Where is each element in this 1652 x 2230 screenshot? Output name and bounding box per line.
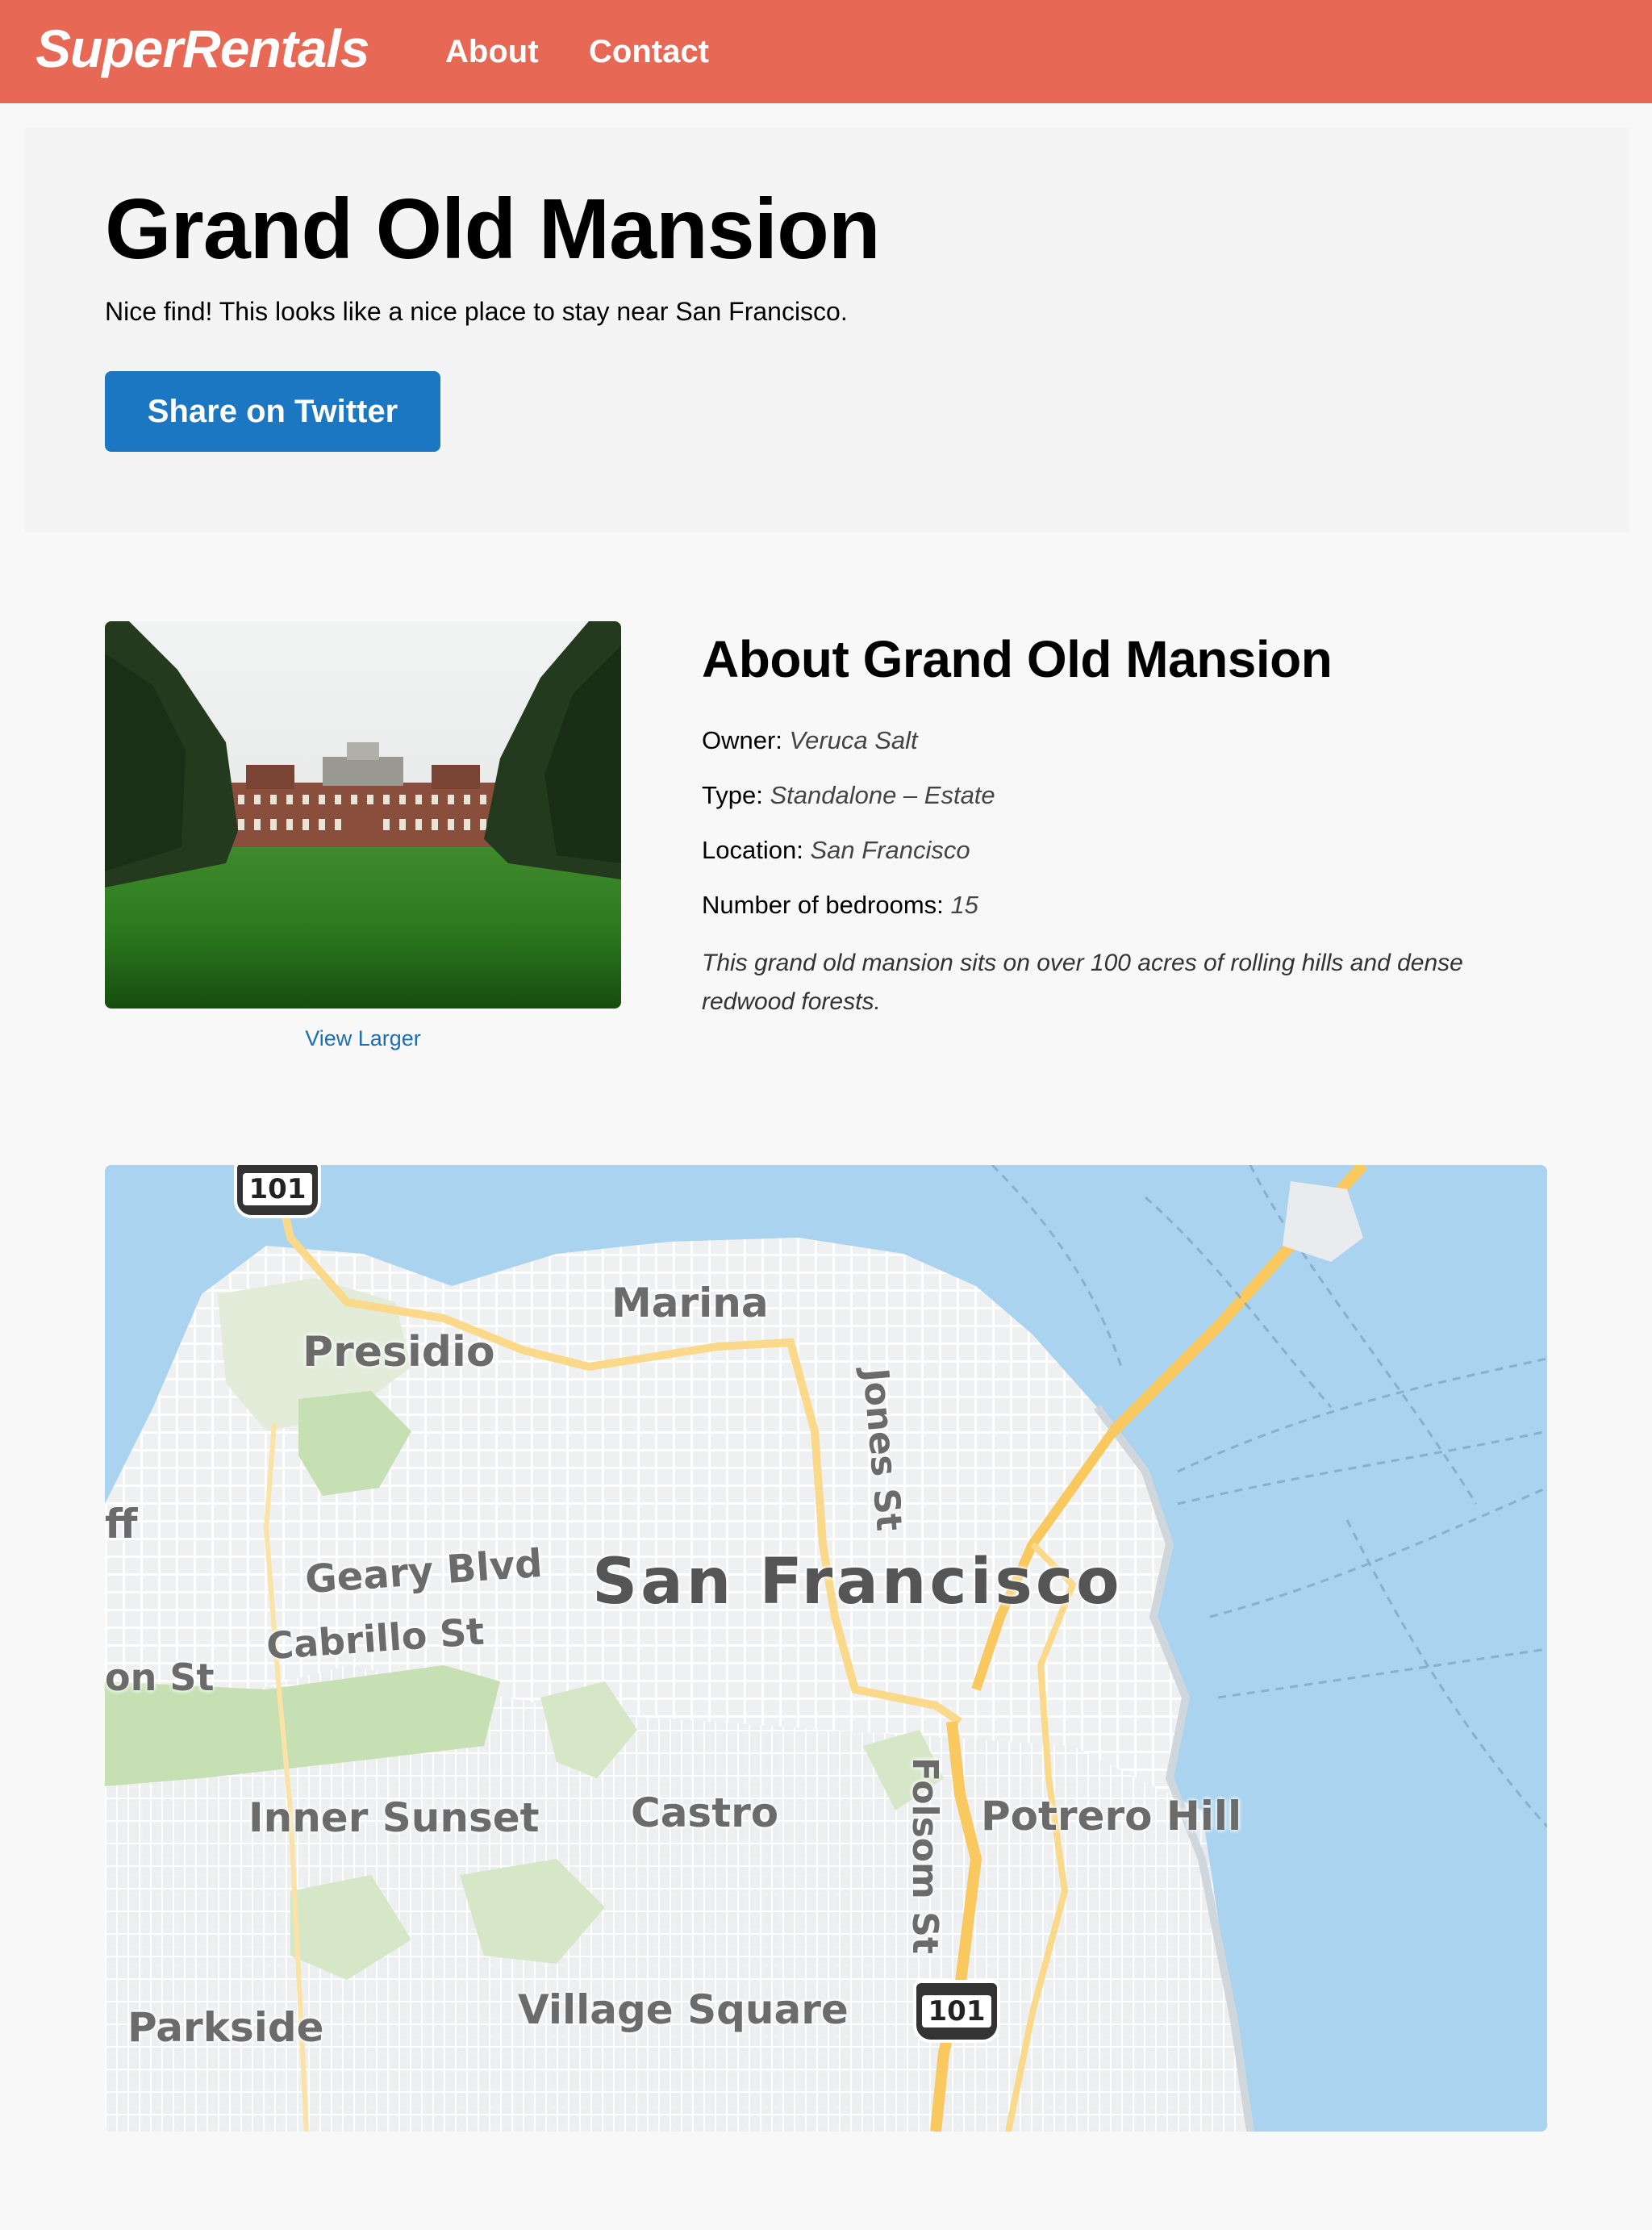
type-label: Type: — [702, 781, 763, 809]
detail-location: Location: San Francisco — [702, 836, 970, 865]
map-label-castro: Castro — [631, 1789, 779, 1836]
map-label-potrero-hill: Potrero Hill — [981, 1793, 1242, 1840]
location-label: Location: — [702, 836, 803, 864]
rental-jumbotron: Grand Old Mansion Nice find! This looks … — [24, 127, 1629, 532]
share-on-twitter-button[interactable]: Share on Twitter — [105, 371, 440, 452]
map-label-parkside: Parkside — [127, 2004, 324, 2051]
view-larger-link[interactable]: View Larger — [105, 1026, 621, 1051]
detail-owner: Owner: Veruca Salt — [702, 726, 918, 755]
jumbo-message: Nice find! This looks like a nice place … — [105, 297, 848, 326]
highway-101-shield-top: 101 — [234, 1165, 321, 1218]
highway-101-shield-bottom: 101 — [913, 1980, 1000, 2043]
map-label-marina: Marina — [611, 1280, 769, 1326]
map-label-village-square: Village Square — [518, 1986, 849, 2033]
owner-label: Owner: — [702, 726, 782, 754]
bedrooms-label: Number of bedrooms: — [702, 891, 944, 919]
highway-101-bottom-label: 101 — [921, 1995, 992, 2027]
detail-type: Type: Standalone – Estate — [702, 781, 995, 810]
map-label-ff: ff — [105, 1501, 138, 1547]
location-value: San Francisco — [810, 836, 970, 864]
bedrooms-value: 15 — [950, 891, 978, 919]
highway-101-top-label: 101 — [242, 1173, 313, 1205]
page-title: Grand Old Mansion — [105, 182, 881, 277]
rental-photo[interactable] — [105, 621, 621, 1009]
map-label-san-francisco: San Francisco — [592, 1546, 1123, 1618]
top-nav: SuperRentals About Contact — [0, 0, 1652, 103]
map-label-presidio: Presidio — [302, 1328, 495, 1376]
map-label-inner-sunset: Inner Sunset — [248, 1794, 540, 1841]
nav-about-link[interactable]: About — [445, 34, 539, 70]
map-label-folsom-st: Folsom St — [904, 1757, 945, 1954]
nav-contact-link[interactable]: Contact — [589, 34, 709, 70]
map-label-on-st: on St — [105, 1656, 215, 1699]
rental-description: This grand old mansion sits on over 100 … — [702, 950, 1463, 1015]
owner-value: Veruca Salt — [789, 726, 918, 754]
mansion-image — [105, 621, 621, 1009]
brand-logo-link[interactable]: SuperRentals — [35, 18, 369, 79]
type-value: Standalone – Estate — [770, 781, 995, 809]
detail-bedrooms: Number of bedrooms: 15 — [702, 891, 978, 920]
details-heading: About Grand Old Mansion — [702, 630, 1333, 688]
location-map[interactable]: 101 101 Marina Presidio Jones St ff Gear… — [105, 1165, 1547, 2132]
